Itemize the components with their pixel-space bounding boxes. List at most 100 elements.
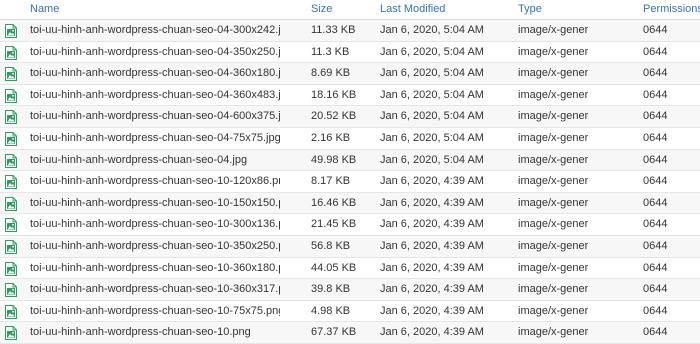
file-name[interactable]: toi-uu-hinh-anh-wordpress-chuan-seo-04-3… [30,85,280,106]
file-type: image/x-generic [518,24,588,36]
file-type: image/x-generic [518,326,588,339]
file-row[interactable]: toi-uu-hinh-anh-wordpress-chuan-seo-10-1… [0,192,700,215]
file-type: image/x-generic [518,110,588,123]
file-name[interactable]: toi-uu-hinh-anh-wordpress-chuan-seo-10-3… [30,214,280,235]
column-header-size[interactable]: Size [311,0,332,19]
file-type: image/x-generic [518,88,588,101]
file-name[interactable]: toi-uu-hinh-anh-wordpress-chuan-seo-04-3… [30,63,280,84]
file-row[interactable]: toi-uu-hinh-anh-wordpress-chuan-seo-04-3… [0,63,700,85]
file-last-modified: Jan 6, 2020, 5:04 AM [380,24,484,36]
file-last-modified: Jan 6, 2020, 5:04 AM [380,45,484,58]
file-permissions[interactable]: 0644 [643,258,698,279]
file-type: image/x-generic [518,218,588,231]
file-size: 18.16 KB [311,88,357,101]
image-file-icon [5,131,19,146]
file-size: 67.37 KB [311,326,357,339]
file-permissions[interactable]: 0644 [643,171,698,192]
file-type: image/x-generic [518,239,588,252]
file-permissions[interactable]: 0644 [643,85,698,106]
file-last-modified: Jan 6, 2020, 5:04 AM [380,110,484,123]
file-row[interactable]: toi-uu-hinh-anh-wordpress-chuan-seo-04-3… [0,20,700,42]
file-last-modified: Jan 6, 2020, 4:39 AM [380,218,484,231]
file-type: image/x-generic [518,261,588,274]
file-row[interactable]: toi-uu-hinh-anh-wordpress-chuan-seo-04-7… [0,127,700,150]
file-permissions[interactable]: 0644 [643,63,698,84]
file-row[interactable]: toi-uu-hinh-anh-wordpress-chuan-seo-10-3… [0,279,700,301]
image-file-icon [5,175,19,190]
file-last-modified: Jan 6, 2020, 4:39 AM [380,304,484,317]
file-permissions[interactable]: 0644 [643,150,698,171]
column-header-type[interactable]: Type [518,0,542,19]
file-type: image/x-generic [518,153,588,166]
image-file-icon [5,326,19,341]
file-permissions[interactable]: 0644 [643,20,698,41]
file-last-modified: Jan 6, 2020, 4:39 AM [380,261,484,274]
file-permissions[interactable]: 0644 [643,214,698,235]
column-header-permissions[interactable]: Permissions [643,0,700,19]
file-size: 21.45 KB [311,218,357,231]
file-permissions[interactable]: 0644 [643,236,698,257]
file-size: 11.33 KB [311,24,356,36]
file-name[interactable]: toi-uu-hinh-anh-wordpress-chuan-seo-04-6… [30,106,280,127]
file-row[interactable]: toi-uu-hinh-anh-wordpress-chuan-seo-04-3… [0,41,700,64]
image-file-icon [5,67,19,82]
file-name[interactable]: toi-uu-hinh-anh-wordpress-chuan-seo-10.p… [30,322,280,343]
file-size: 8.17 KB [311,175,351,188]
file-last-modified: Jan 6, 2020, 4:39 AM [380,283,484,296]
file-permissions[interactable]: 0644 [643,106,698,127]
file-row[interactable]: toi-uu-hinh-anh-wordpress-chuan-seo-10-1… [0,171,700,193]
file-permissions[interactable]: 0644 [643,322,698,343]
file-name[interactable]: toi-uu-hinh-anh-wordpress-chuan-seo-10-3… [30,279,280,300]
file-row[interactable]: toi-uu-hinh-anh-wordpress-chuan-seo-10-3… [0,214,700,236]
image-file-icon [5,261,19,276]
file-name[interactable]: toi-uu-hinh-anh-wordpress-chuan-seo-10-3… [30,258,280,279]
file-name[interactable]: toi-uu-hinh-anh-wordpress-chuan-seo-10-1… [30,193,280,214]
file-list-header: Name Size Last Modified Type Permissions [0,0,700,20]
image-file-icon [5,45,19,60]
file-name[interactable]: toi-uu-hinh-anh-wordpress-chuan-seo-04.j… [30,150,280,171]
image-file-icon [5,239,19,254]
file-permissions[interactable]: 0644 [643,193,698,214]
file-permissions[interactable]: 0644 [643,128,698,149]
file-name[interactable]: toi-uu-hinh-anh-wordpress-chuan-seo-10-1… [30,171,280,192]
file-type: image/x-generic [518,45,588,58]
file-last-modified: Jan 6, 2020, 5:04 AM [380,131,484,144]
file-type: image/x-generic [518,131,588,144]
image-file-icon [5,110,19,125]
file-name[interactable]: toi-uu-hinh-anh-wordpress-chuan-seo-04-7… [30,128,280,149]
file-row[interactable]: toi-uu-hinh-anh-wordpress-chuan-seo-04-6… [0,106,700,128]
image-file-icon [5,218,19,233]
file-size: 16.46 KB [311,196,357,209]
file-size: 11.3 KB [311,45,350,58]
file-type: image/x-generic [518,196,588,209]
file-last-modified: Jan 6, 2020, 4:39 AM [380,326,484,339]
file-row[interactable]: toi-uu-hinh-anh-wordpress-chuan-seo-10-3… [0,235,700,258]
file-row[interactable]: toi-uu-hinh-anh-wordpress-chuan-seo-04.j… [0,149,700,172]
file-row[interactable]: toi-uu-hinh-anh-wordpress-chuan-seo-10-7… [0,300,700,323]
file-name[interactable]: toi-uu-hinh-anh-wordpress-chuan-seo-04-3… [30,42,280,63]
file-type: image/x-generic [518,304,588,317]
file-permissions[interactable]: 0644 [643,301,698,322]
image-file-icon [5,283,19,298]
file-size: 8.69 KB [311,67,351,80]
file-type: image/x-generic [518,67,588,80]
image-file-icon [5,24,19,38]
file-row[interactable]: toi-uu-hinh-anh-wordpress-chuan-seo-10.p… [0,322,700,344]
file-size: 56.8 KB [311,239,351,252]
file-last-modified: Jan 6, 2020, 5:04 AM [380,67,484,80]
file-last-modified: Jan 6, 2020, 4:39 AM [380,196,484,209]
file-name[interactable]: toi-uu-hinh-anh-wordpress-chuan-seo-10-3… [30,236,280,257]
column-header-last-modified[interactable]: Last Modified [380,0,445,19]
file-permissions[interactable]: 0644 [643,279,698,300]
file-row[interactable]: toi-uu-hinh-anh-wordpress-chuan-seo-04-3… [0,84,700,107]
file-last-modified: Jan 6, 2020, 5:04 AM [380,88,484,101]
image-file-icon [5,153,19,168]
column-header-name[interactable]: Name [30,0,59,19]
file-name[interactable]: toi-uu-hinh-anh-wordpress-chuan-seo-04-3… [30,20,280,41]
file-last-modified: Jan 6, 2020, 5:04 AM [380,153,484,166]
file-row[interactable]: toi-uu-hinh-anh-wordpress-chuan-seo-10-3… [0,257,700,280]
file-name[interactable]: toi-uu-hinh-anh-wordpress-chuan-seo-10-7… [30,301,280,322]
file-size: 44.05 KB [311,261,357,274]
file-permissions[interactable]: 0644 [643,42,698,63]
file-last-modified: Jan 6, 2020, 4:39 AM [380,239,484,252]
